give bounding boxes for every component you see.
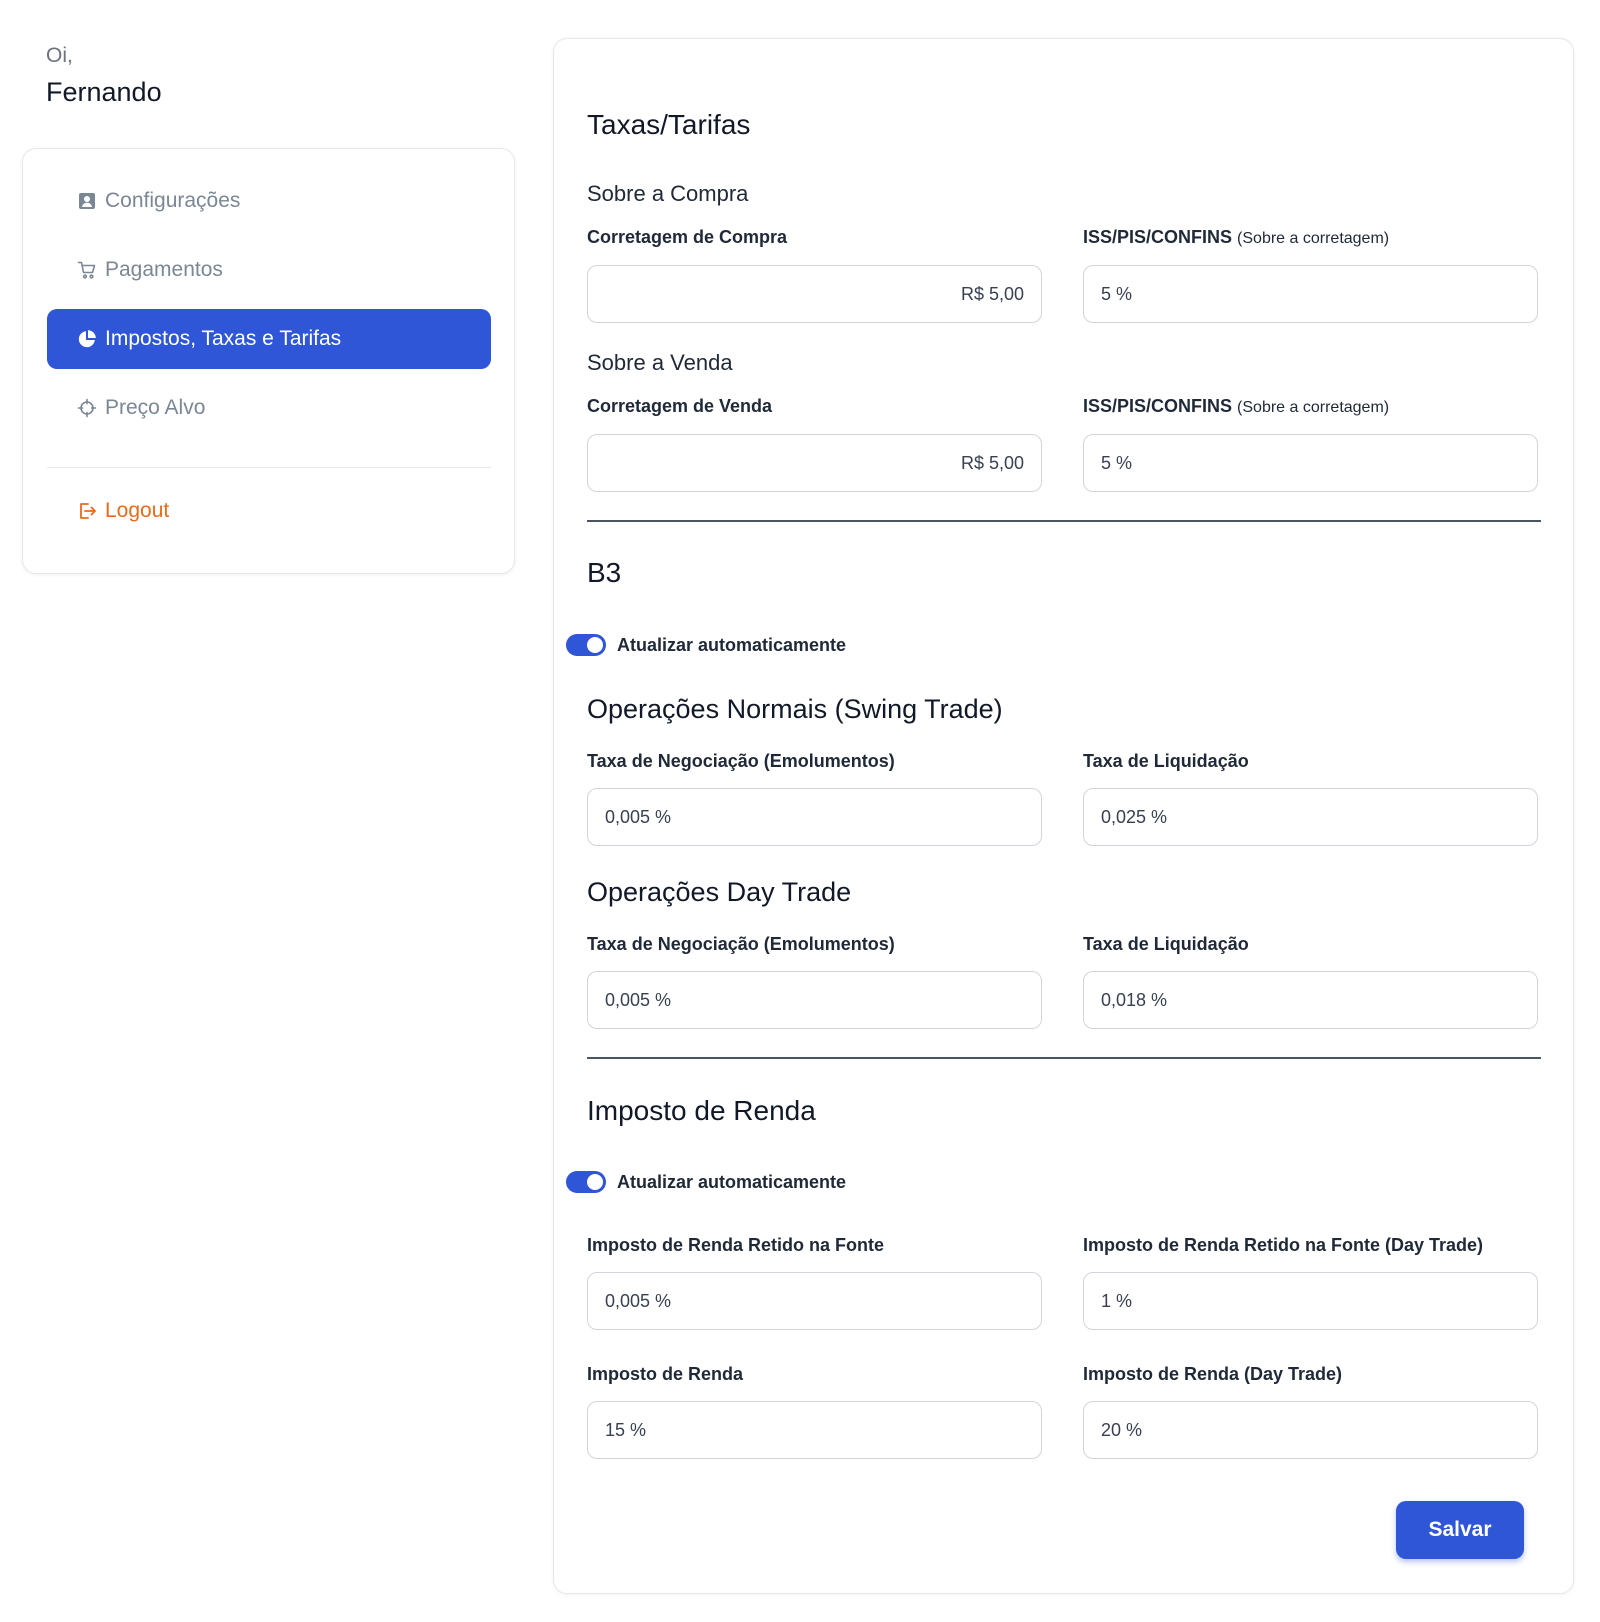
subsection-title-swing-trade: Operações Normais (Swing Trade) bbox=[587, 694, 1003, 724]
ir-retido-input[interactable]: 0,005 % bbox=[587, 1272, 1042, 1330]
toggle-knob bbox=[587, 1174, 603, 1190]
subsection-title-venda: Sobre a Venda bbox=[587, 350, 733, 375]
settings-card: Taxas/Tarifas Sobre a Compra Corretagem … bbox=[553, 38, 1574, 1594]
sidebar-item-impostos[interactable]: Impostos, Taxas e Tarifas bbox=[47, 309, 491, 369]
sidebar-item-logout[interactable]: Logout bbox=[47, 481, 491, 541]
sidebar-item-label: Impostos, Taxas e Tarifas bbox=[105, 327, 342, 350]
label-swing-liquidacao: Taxa de Liquidação bbox=[1083, 751, 1249, 771]
pie-chart-icon bbox=[77, 329, 97, 349]
sidebar-item-label: Pagamentos bbox=[105, 258, 223, 281]
day-negociacao-input[interactable]: 0,005 % bbox=[587, 971, 1042, 1029]
ir-day-trade-input[interactable]: 20 % bbox=[1083, 1401, 1538, 1459]
ir-retido-day-trade-input[interactable]: 1 % bbox=[1083, 1272, 1538, 1330]
label-iss-text: ISS/PIS/CONFINS bbox=[1083, 227, 1233, 247]
section-title-imposto-renda: Imposto de Renda bbox=[587, 1095, 816, 1126]
label-ir: Imposto de Renda bbox=[587, 1364, 744, 1384]
page: Oi, Fernando Configurações Pagamentos Im… bbox=[0, 0, 1600, 1622]
ir-auto-update-label: Atualizar automaticamente bbox=[617, 1171, 847, 1192]
day-liquidacao-input[interactable]: 0,018 % bbox=[1083, 971, 1538, 1029]
ir-auto-update-toggle[interactable] bbox=[566, 1171, 606, 1193]
b3-auto-update-label: Atualizar automaticamente bbox=[617, 634, 847, 655]
swing-negociacao-input[interactable]: 0,005 % bbox=[587, 788, 1042, 846]
sidebar: Configurações Pagamentos Impostos, Taxas… bbox=[22, 148, 515, 574]
label-iss-text: ISS/PIS/CONFINS bbox=[1083, 396, 1233, 416]
label-iss-note: (Sobre a corretagem) bbox=[1237, 230, 1390, 247]
logout-icon bbox=[77, 501, 97, 521]
greeting-hi: Oi, bbox=[46, 44, 73, 67]
label-ir-day-trade: Imposto de Renda (Day Trade) bbox=[1083, 1364, 1343, 1384]
label-iss-note: (Sobre a corretagem) bbox=[1237, 399, 1390, 416]
sidebar-item-configuracoes[interactable]: Configurações bbox=[47, 171, 491, 231]
iss-compra-input[interactable]: 5 % bbox=[1083, 265, 1538, 323]
label-corretagem-venda: Corretagem de Venda bbox=[587, 396, 773, 416]
section-divider bbox=[587, 1057, 1541, 1059]
label-swing-negociacao: Taxa de Negociação (Emolumentos) bbox=[587, 751, 895, 771]
iss-venda-input[interactable]: 5 % bbox=[1083, 434, 1538, 492]
sidebar-item-preco-alvo[interactable]: Preço Alvo bbox=[47, 378, 491, 438]
label-day-liquidacao: Taxa de Liquidação bbox=[1083, 934, 1249, 954]
label-day-negociacao: Taxa de Negociação (Emolumentos) bbox=[587, 934, 895, 954]
user-card-icon bbox=[77, 191, 97, 211]
toggle-knob bbox=[587, 637, 603, 653]
subsection-title-compra: Sobre a Compra bbox=[587, 181, 749, 206]
crosshair-icon bbox=[77, 398, 97, 418]
sidebar-item-label: Configurações bbox=[105, 189, 241, 212]
label-ir-retido-day-trade: Imposto de Renda Retido na Fonte (Day Tr… bbox=[1083, 1235, 1484, 1255]
swing-liquidacao-input[interactable]: 0,025 % bbox=[1083, 788, 1538, 846]
label-corretagem-compra: Corretagem de Compra bbox=[587, 227, 788, 247]
corretagem-compra-input[interactable]: R$ 5,00 bbox=[587, 265, 1042, 323]
subsection-title-day-trade: Operações Day Trade bbox=[587, 877, 852, 907]
sidebar-item-label: Preço Alvo bbox=[105, 396, 206, 419]
ir-auto-update-row: Atualizar automaticamente bbox=[566, 1171, 846, 1193]
ir-input[interactable]: 15 % bbox=[587, 1401, 1042, 1459]
label-iss-venda: ISS/PIS/CONFINS (Sobre a corretagem) bbox=[1083, 394, 1389, 420]
section-title-b3: B3 bbox=[587, 557, 622, 588]
user-name: Fernando bbox=[46, 77, 162, 107]
sidebar-item-label: Logout bbox=[105, 499, 170, 522]
corretagem-venda-input[interactable]: R$ 5,00 bbox=[587, 434, 1042, 492]
sidebar-divider bbox=[47, 467, 491, 468]
greeting: Oi, Fernando bbox=[46, 42, 162, 110]
b3-auto-update-toggle[interactable] bbox=[566, 634, 606, 656]
cart-icon bbox=[77, 260, 97, 280]
section-title-taxas: Taxas/Tarifas bbox=[587, 109, 751, 140]
section-divider bbox=[587, 520, 1541, 522]
sidebar-item-pagamentos[interactable]: Pagamentos bbox=[47, 240, 491, 300]
label-ir-retido: Imposto de Renda Retido na Fonte bbox=[587, 1235, 885, 1255]
save-button[interactable]: Salvar bbox=[1396, 1501, 1524, 1559]
b3-auto-update-row: Atualizar automaticamente bbox=[566, 634, 846, 656]
label-iss-compra: ISS/PIS/CONFINS (Sobre a corretagem) bbox=[1083, 225, 1389, 251]
